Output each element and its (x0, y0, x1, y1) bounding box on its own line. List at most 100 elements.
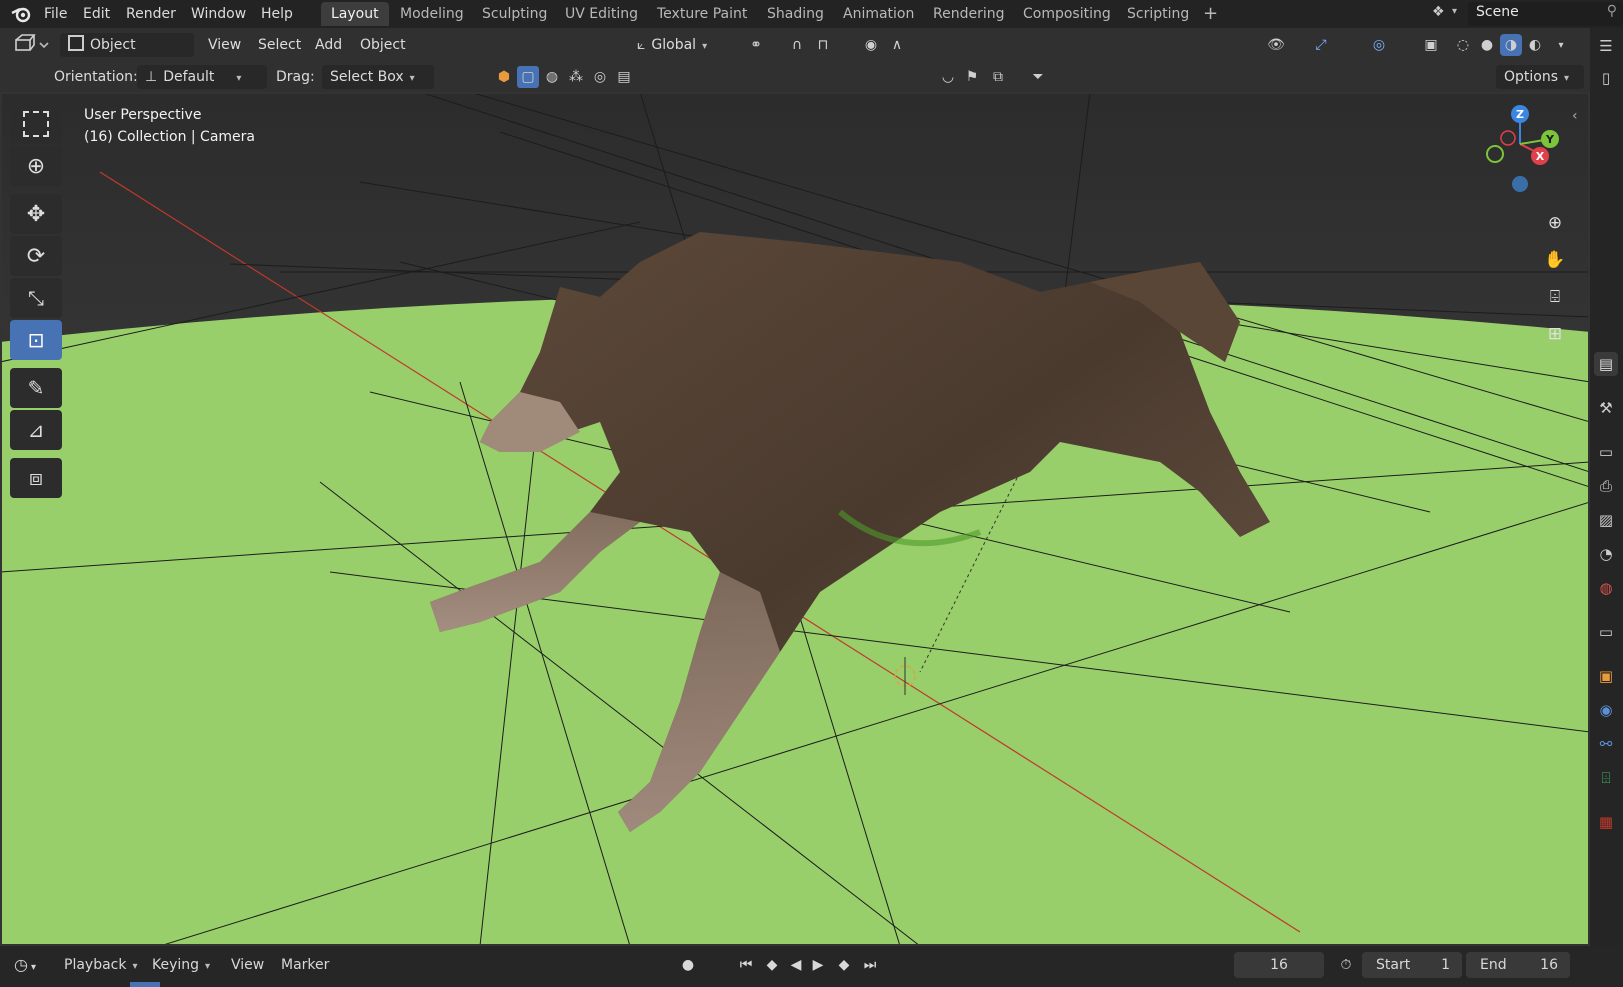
transform-orientation-dropdown[interactable]: ⟀ Global ▾ (637, 33, 737, 57)
render-properties-icon[interactable]: ▭ (1594, 440, 1618, 464)
add-cube-tool[interactable]: ⧈ (10, 458, 62, 498)
menu-add[interactable]: Add (315, 33, 342, 57)
xray-toggle-icon[interactable]: ▣ (1420, 34, 1442, 56)
keying-menu[interactable]: Keying ▾ (152, 952, 210, 978)
zoom-button[interactable]: ⊕ (1538, 206, 1572, 240)
marker-menu[interactable]: Marker (281, 952, 329, 978)
tab-layout[interactable]: Layout (321, 2, 389, 26)
menu-object[interactable]: Object (360, 33, 406, 57)
material-preview-shading-icon[interactable]: ◑ (1500, 34, 1522, 56)
tab-rendering[interactable]: Rendering (933, 2, 1005, 26)
timeline-view-menu[interactable]: View (231, 952, 264, 978)
scene-selector[interactable]: ❖ ▾ Scene ⚲ (1428, 2, 1623, 26)
shading-options-caret-icon[interactable]: ▾ (1550, 34, 1572, 56)
move-tool[interactable]: ✥ (10, 194, 62, 234)
bookmark-icon[interactable]: ⚑ (961, 66, 983, 88)
tab-sculpting[interactable]: Sculpting (482, 2, 547, 26)
snap-target-icon[interactable]: ⊓ (812, 34, 834, 56)
object-type-filter-icon[interactable]: ⬢ (493, 66, 515, 88)
navigation-gizmo[interactable]: Z Y X (1470, 94, 1570, 194)
jump-start-button[interactable]: ⏮ (736, 952, 756, 978)
object-data-camera-icon[interactable]: ⌹ (1594, 766, 1618, 790)
jump-end-button[interactable]: ⏭ (860, 952, 880, 978)
menu-view[interactable]: View (208, 33, 241, 57)
pan-button[interactable]: ✋ (1538, 243, 1572, 277)
tab-shading[interactable]: Shading (767, 2, 824, 26)
outliner-item-icon[interactable]: ▯ (1594, 66, 1618, 90)
outliner-toggle-icon[interactable]: ☰ (1594, 34, 1618, 58)
tab-modeling[interactable]: Modeling (400, 2, 464, 26)
visibility-eye-icon[interactable]: 👁 (1265, 34, 1287, 56)
proportional-editing-icon[interactable]: ◉ (860, 34, 882, 56)
record-button[interactable]: ● (675, 952, 701, 978)
playhead-indicator[interactable] (130, 982, 160, 987)
measure-tool[interactable]: ⊿ (10, 410, 62, 450)
sidebar-toggle-chevron-icon[interactable]: ‹ (1572, 108, 1578, 124)
menu-window[interactable]: Window (191, 4, 246, 24)
select-box-tool[interactable] (10, 104, 62, 144)
tool-properties-icon[interactable]: ▤ (1594, 352, 1618, 376)
physics-properties-icon[interactable]: ◉ (1594, 698, 1618, 722)
display-mode-icon[interactable]: ⧉ (987, 66, 1009, 88)
overlays-toggle-icon[interactable]: ◎ (1368, 34, 1390, 56)
play-reverse-button[interactable]: ◀ (786, 952, 806, 978)
timeline-editor-type-button[interactable]: ◷ ▾ (14, 952, 48, 978)
end-frame-field[interactable]: End 16 (1466, 952, 1570, 978)
solid-shading-icon[interactable]: ● (1476, 34, 1498, 56)
mode-selector[interactable]: Object Mode▾ (60, 33, 194, 77)
next-keyframe-button[interactable]: ◆ (832, 952, 856, 978)
menu-help[interactable]: Help (261, 4, 293, 24)
select-mode-icon[interactable]: ▢ (517, 66, 539, 88)
ortho-toggle-button[interactable]: ⊞ (1538, 317, 1572, 351)
image-icon[interactable]: ▤ (613, 66, 635, 88)
gizmo-neg-x-icon[interactable] (1500, 130, 1516, 146)
cursor-tool[interactable]: ⊕ (10, 146, 62, 186)
rendered-shading-icon[interactable]: ◐ (1524, 34, 1546, 56)
blender-logo-icon[interactable] (10, 4, 32, 24)
snap-magnet-icon[interactable]: ∩ (786, 34, 808, 56)
start-frame-field[interactable]: Start 1 (1362, 952, 1462, 978)
rotate-tool[interactable]: ⟳ (10, 236, 62, 276)
orientation-dropdown[interactable]: ⊥ Default ▾ (137, 65, 267, 89)
particles-icon[interactable]: ⁂ (565, 66, 587, 88)
gizmo-neg-z-icon[interactable] (1512, 176, 1528, 192)
options-dropdown[interactable]: Options ▾ (1496, 65, 1584, 89)
tool-settings-icon[interactable]: ⚒ (1594, 396, 1618, 420)
object-properties-icon[interactable]: ▣ (1594, 664, 1618, 688)
view-layer-icon[interactable]: ▨ (1594, 508, 1618, 532)
scene-properties-icon[interactable]: ◔ (1594, 542, 1618, 566)
prev-keyframe-button[interactable]: ◆ (760, 952, 784, 978)
output-properties-icon[interactable]: ⎙ (1594, 474, 1618, 498)
world-properties-icon[interactable]: ◍ (1594, 576, 1618, 600)
tab-uv-editing[interactable]: UV Editing (565, 2, 638, 26)
tab-texture-paint[interactable]: Texture Paint (657, 2, 747, 26)
annotate-tool[interactable]: ✎ (10, 368, 62, 408)
editor-type-button[interactable] (14, 33, 52, 57)
playback-menu[interactable]: Playback ▾ (64, 952, 138, 978)
tab-animation[interactable]: Animation (843, 2, 914, 26)
pivot-point-icon[interactable]: ⚭ (745, 34, 767, 56)
stopwatch-icon[interactable]: ⏱ (1336, 952, 1356, 978)
gizmo-toggle-icon[interactable]: ⤢ (1310, 34, 1332, 56)
menu-render[interactable]: Render (126, 4, 176, 24)
falloff-curve-icon[interactable]: ∧ (886, 34, 908, 56)
tab-compositing[interactable]: Compositing (1023, 2, 1111, 26)
texture-properties-icon[interactable]: ▦ (1594, 810, 1618, 834)
drag-dropdown[interactable]: Select Box ▾ (322, 65, 434, 89)
add-workspace-button[interactable]: + (1203, 2, 1218, 26)
constraints-properties-icon[interactable]: ⚯ (1594, 732, 1618, 756)
menu-select[interactable]: Select (258, 33, 301, 57)
menu-file[interactable]: File (44, 4, 67, 24)
collection-properties-icon[interactable]: ▭ (1594, 620, 1618, 644)
play-button[interactable]: ▶ (808, 952, 828, 978)
transform-tool[interactable]: ⊡ (10, 320, 62, 360)
menu-edit[interactable]: Edit (83, 4, 110, 24)
current-frame-field[interactable]: 16 (1234, 952, 1324, 978)
gizmo-neg-y-icon[interactable] (1486, 145, 1504, 163)
scale-tool[interactable]: ⤡ (10, 278, 62, 318)
scene-name-field[interactable]: Scene ⚲ (1468, 2, 1623, 26)
wireframe-shading-icon[interactable]: ◌ (1452, 34, 1474, 56)
3d-viewport[interactable]: Z Y X ‹ (0, 92, 1590, 946)
material-sphere-icon[interactable]: ◍ (541, 66, 563, 88)
tab-scripting[interactable]: Scripting (1127, 2, 1189, 26)
